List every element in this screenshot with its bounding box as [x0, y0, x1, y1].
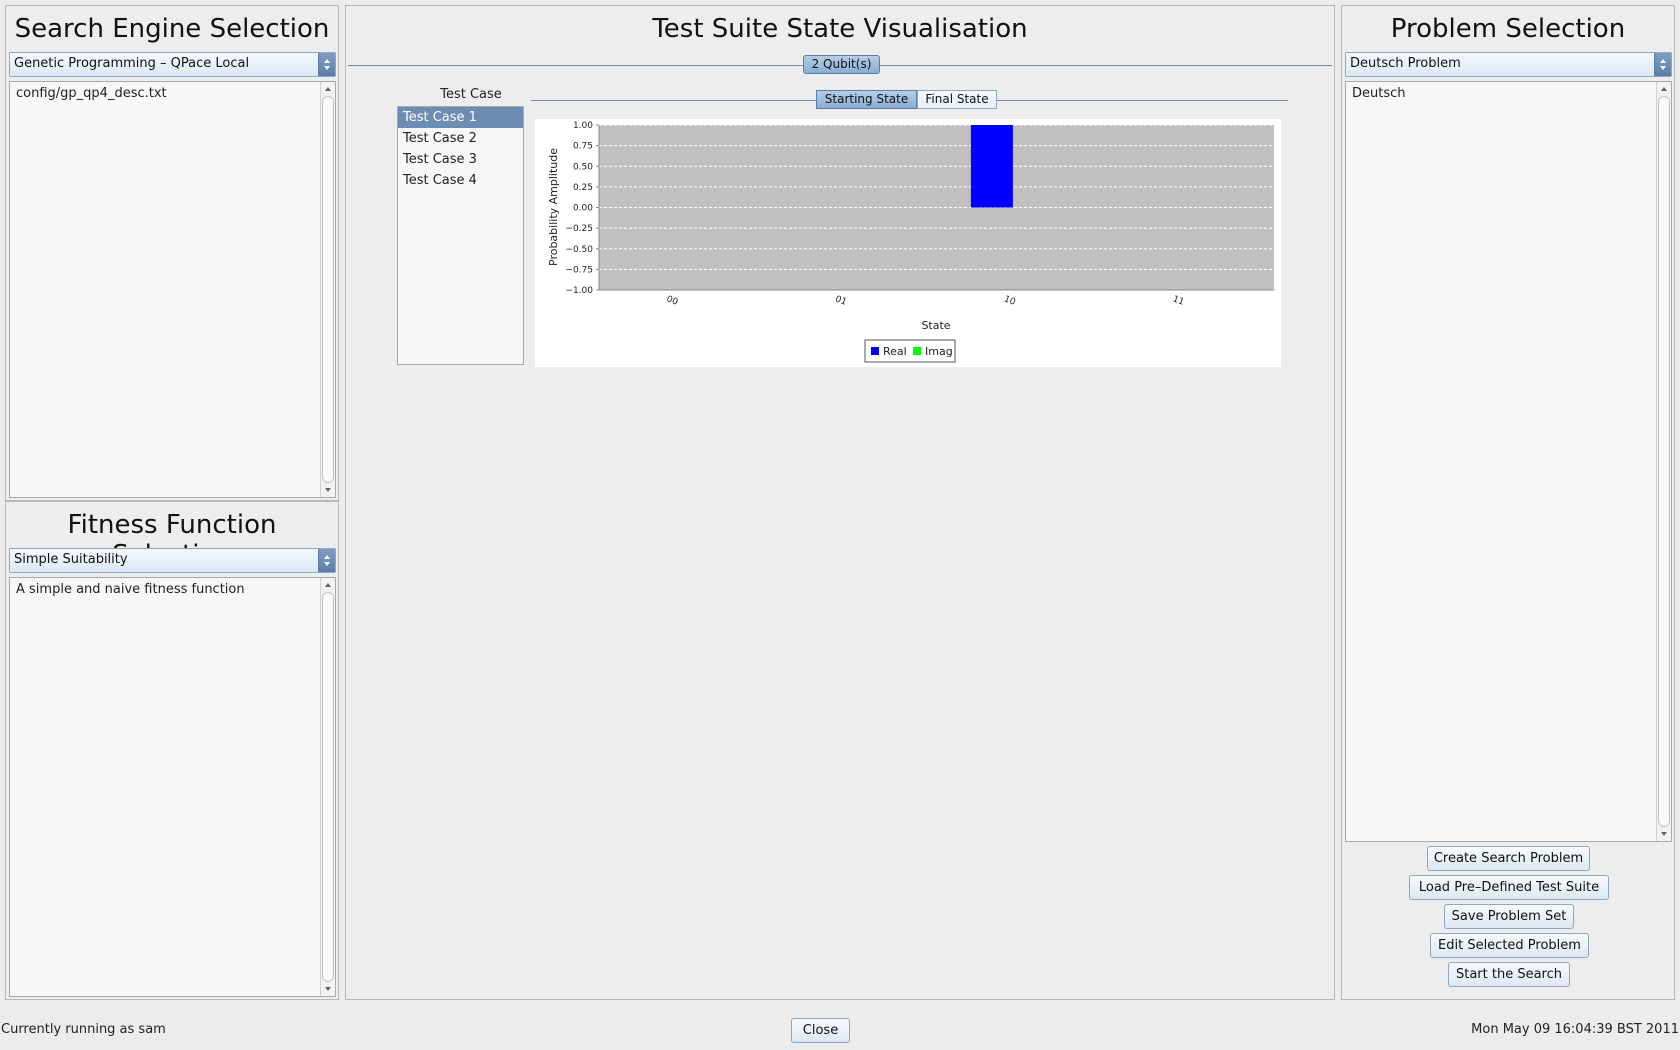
- test-case-item[interactable]: Test Case 3: [398, 149, 523, 170]
- search-engine-selected: Genetic Programming – QPace Local: [14, 56, 250, 71]
- scroll-up-icon[interactable]: [321, 578, 335, 592]
- y-tick-label: 0.75: [573, 142, 593, 152]
- amplitude-chart: 1.00 0.75 0.50 0.25 0.00 −0.25 −0.50 −0.75 −1.00…: [535, 119, 1281, 367]
- y-tick-label: −1.00: [565, 286, 593, 296]
- test-case-header: Test Case: [440, 87, 502, 102]
- start-search-button[interactable]: Start the Search: [1448, 962, 1570, 987]
- combo-arrow-icon[interactable]: [318, 549, 335, 572]
- x-tick-label: 00: [665, 294, 679, 307]
- x-tick-label: 11: [1171, 294, 1185, 307]
- x-axis-label: State: [921, 319, 950, 332]
- y-tick-label: 0.00: [573, 204, 593, 214]
- fitness-selected: Simple Suitability: [14, 552, 128, 567]
- y-axis-label: Probability Amplitude: [547, 148, 560, 266]
- problem-selected: Deutsch Problem: [1350, 56, 1461, 71]
- scroll-down-icon[interactable]: [1657, 827, 1671, 841]
- y-tick-label: 0.25: [573, 183, 593, 193]
- test-case-item[interactable]: Test Case 1: [398, 107, 523, 128]
- test-case-item[interactable]: Test Case 2: [398, 128, 523, 149]
- visualisation-panel: Test Suite State Visualisation 2 Qubit(s…: [345, 5, 1335, 1000]
- x-tick-label: 10: [1002, 294, 1016, 307]
- search-engine-scrollbar[interactable]: [320, 82, 335, 497]
- fitness-select[interactable]: Simple Suitability: [9, 548, 336, 573]
- scroll-up-icon[interactable]: [321, 82, 335, 96]
- scroll-down-icon[interactable]: [321, 982, 335, 996]
- problem-description[interactable]: Deutsch: [1345, 81, 1672, 842]
- problem-select[interactable]: Deutsch Problem: [1345, 52, 1672, 77]
- visualisation-title: Test Suite State Visualisation: [652, 14, 1028, 44]
- search-engine-description-text: config/gp_qp4_desc.txt: [16, 86, 167, 101]
- fitness-panel: Fitness Function Selection Simple Suitab…: [5, 501, 339, 1000]
- edit-selected-problem-button[interactable]: Edit Selected Problem: [1430, 933, 1589, 958]
- chart-legend: Real Imag: [864, 339, 956, 363]
- y-tick-label: −0.75: [565, 265, 593, 275]
- combo-arrow-icon[interactable]: [1654, 53, 1671, 76]
- load-test-suite-button[interactable]: Load Pre–Defined Test Suite: [1409, 875, 1609, 900]
- problem-description-text: Deutsch: [1352, 86, 1406, 101]
- qubit-tab[interactable]: 2 Qubit(s): [803, 55, 880, 74]
- create-search-problem-button[interactable]: Create Search Problem: [1427, 846, 1590, 871]
- legend-label: Real: [883, 345, 907, 358]
- legend-label: Imag: [925, 345, 953, 358]
- user-status: Currently running as sam: [1, 1022, 166, 1037]
- combo-arrow-icon[interactable]: [318, 53, 335, 76]
- problem-scrollbar[interactable]: [1656, 82, 1671, 841]
- problem-title: Problem Selection: [1390, 14, 1626, 44]
- scroll-down-icon[interactable]: [321, 483, 335, 497]
- x-tick-label: 01: [834, 294, 848, 307]
- fitness-scrollbar[interactable]: [320, 578, 335, 996]
- scroll-thumb[interactable]: [322, 96, 334, 483]
- scroll-up-icon[interactable]: [1657, 82, 1671, 96]
- close-button[interactable]: Close: [791, 1018, 850, 1043]
- search-engine-panel: Search Engine Selection Genetic Programm…: [5, 5, 339, 501]
- y-tick-label: −0.50: [565, 245, 593, 255]
- legend-swatch: [871, 347, 879, 355]
- problem-panel: Problem Selection Deutsch Problem Deutsc…: [1341, 5, 1675, 1000]
- y-tick-label: 0.50: [573, 162, 593, 172]
- scroll-thumb[interactable]: [1658, 96, 1670, 827]
- tab-starting-state[interactable]: Starting State: [816, 90, 917, 109]
- scroll-thumb[interactable]: [322, 592, 334, 982]
- legend-swatch: [913, 347, 921, 355]
- test-case-item[interactable]: Test Case 4: [398, 170, 523, 191]
- search-engine-description[interactable]: config/gp_qp4_desc.txt: [9, 81, 336, 498]
- search-engine-select[interactable]: Genetic Programming – QPace Local: [9, 52, 336, 77]
- save-problem-set-button[interactable]: Save Problem Set: [1444, 904, 1574, 929]
- test-case-list[interactable]: Test Case 1 Test Case 2 Test Case 3 Test Ca…: [397, 106, 524, 365]
- fitness-description-text: A simple and naive fitness function: [16, 582, 245, 597]
- y-tick-label: −0.25: [565, 224, 593, 234]
- datetime-status: Mon May 09 16:04:39 BST 2011: [1471, 1022, 1679, 1037]
- tab-final-state[interactable]: Final State: [917, 90, 997, 109]
- fitness-description[interactable]: A simple and naive fitness function: [9, 577, 336, 997]
- search-engine-title: Search Engine Selection: [14, 14, 330, 44]
- y-tick-label: 1.00: [573, 121, 593, 131]
- bar-real-10: [970, 125, 1013, 208]
